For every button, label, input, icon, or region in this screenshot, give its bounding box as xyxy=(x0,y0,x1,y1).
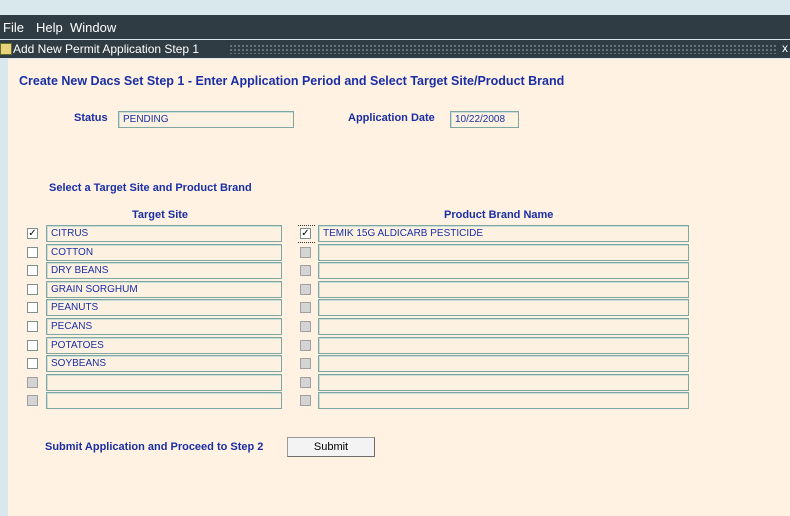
target-site-checkbox[interactable]: ✓ xyxy=(27,228,38,239)
target-site-field[interactable]: DRY BEANS xyxy=(46,262,282,279)
product-brand-field[interactable] xyxy=(318,318,689,335)
product-brand-field[interactable] xyxy=(318,299,689,316)
product-brand-field[interactable] xyxy=(318,281,689,298)
page-title: Create New Dacs Set Step 1 - Enter Appli… xyxy=(19,74,565,88)
submit-prompt: Submit Application and Proceed to Step 2 xyxy=(45,441,264,453)
target-site-checkbox[interactable] xyxy=(27,247,38,258)
product-brand-field[interactable] xyxy=(318,392,689,409)
target-site-field[interactable]: GRAIN SORGHUM xyxy=(46,281,282,298)
product-brand-checkbox xyxy=(300,321,311,332)
target-site-field[interactable]: CITRUS xyxy=(46,225,282,242)
product-brand-field[interactable] xyxy=(318,337,689,354)
product-brand-field[interactable] xyxy=(318,374,689,391)
checkmark-icon: ✓ xyxy=(301,228,310,239)
menu-help[interactable]: Help xyxy=(36,20,63,35)
focus-indicator xyxy=(298,242,315,243)
product-brand-field[interactable] xyxy=(318,262,689,279)
target-site-checkbox[interactable] xyxy=(27,358,38,369)
menu-window[interactable]: Window xyxy=(70,20,116,35)
window-title: Add New Permit Application Step 1 xyxy=(13,42,200,56)
checkmark-icon: ✓ xyxy=(28,228,37,239)
application-date-label: Application Date xyxy=(348,112,435,124)
target-site-checkbox[interactable] xyxy=(27,284,38,295)
target-site-field[interactable]: PEANUTS xyxy=(46,299,282,316)
target-site-field[interactable] xyxy=(46,392,282,409)
target-site-checkbox[interactable] xyxy=(27,302,38,313)
target-site-field[interactable]: COTTON xyxy=(46,244,282,261)
form-panel: Create New Dacs Set Step 1 - Enter Appli… xyxy=(8,59,790,516)
select-prompt: Select a Target Site and Product Brand xyxy=(49,182,252,194)
target-site-field[interactable]: POTATOES xyxy=(46,337,282,354)
status-label: Status xyxy=(74,112,108,124)
target-site-field[interactable]: SOYBEANS xyxy=(46,355,282,372)
target-site-checkbox xyxy=(27,377,38,388)
product-brand-checkbox xyxy=(300,377,311,388)
product-brand-checkbox xyxy=(300,302,311,313)
close-icon[interactable]: x xyxy=(782,41,788,55)
product-brand-field[interactable] xyxy=(318,355,689,372)
application-date-field[interactable]: 10/22/2008 xyxy=(450,111,519,128)
product-brand-checkbox[interactable]: ✓ xyxy=(300,228,311,239)
product-brand-field[interactable]: TEMIK 15G ALDICARB PESTICIDE xyxy=(318,225,689,242)
menu-file[interactable]: File xyxy=(3,20,24,35)
target-site-field[interactable] xyxy=(46,374,282,391)
target-site-field[interactable]: PECANS xyxy=(46,318,282,335)
target-site-checkbox[interactable] xyxy=(27,265,38,276)
form-window-icon xyxy=(0,43,12,55)
product-brand-header: Product Brand Name xyxy=(444,209,554,221)
product-brand-checkbox xyxy=(300,284,311,295)
target-site-checkbox[interactable] xyxy=(27,340,38,351)
submit-button[interactable]: Submit xyxy=(287,437,375,457)
product-brand-field[interactable] xyxy=(318,244,689,261)
target-site-checkbox xyxy=(27,395,38,406)
product-brand-checkbox xyxy=(300,395,311,406)
product-brand-checkbox xyxy=(300,340,311,351)
product-brand-checkbox xyxy=(300,265,311,276)
window-title-bar[interactable]: Add New Permit Application Step 1 x xyxy=(0,40,790,58)
menu-bar: File Help Window xyxy=(0,15,790,39)
product-brand-checkbox xyxy=(300,358,311,369)
status-field[interactable]: PENDING xyxy=(118,111,294,128)
focus-indicator xyxy=(298,225,315,226)
title-bar-pattern xyxy=(229,44,776,54)
product-brand-checkbox xyxy=(300,247,311,258)
target-site-header: Target Site xyxy=(132,209,189,221)
target-site-checkbox[interactable] xyxy=(27,321,38,332)
